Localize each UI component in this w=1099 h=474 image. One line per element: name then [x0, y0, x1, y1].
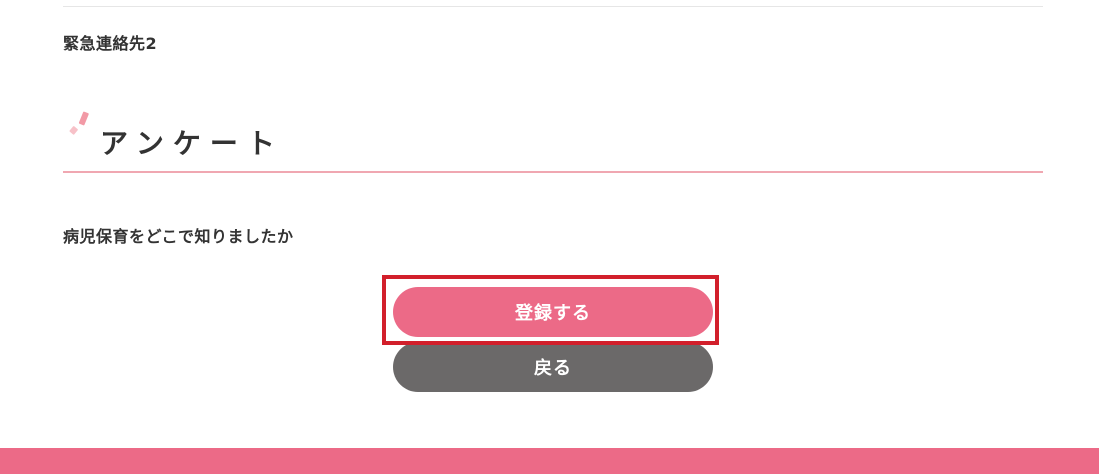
divider [63, 6, 1043, 7]
survey-heading-title: アンケート [100, 127, 284, 160]
survey-question-label: 病児保育をどこで知りましたか [63, 227, 294, 246]
registration-form-page: 緊急連絡先2 アンケート 病児保育をどこで知りましたか 戻る 登録する [0, 0, 1099, 474]
emergency-contact-2-label: 緊急連絡先2 [63, 34, 158, 53]
back-button[interactable]: 戻る [393, 342, 713, 392]
footer-band [0, 448, 1099, 474]
heading-accent-icon [69, 111, 89, 135]
register-button-highlight [382, 275, 719, 345]
survey-section-heading: アンケート [63, 110, 1043, 173]
